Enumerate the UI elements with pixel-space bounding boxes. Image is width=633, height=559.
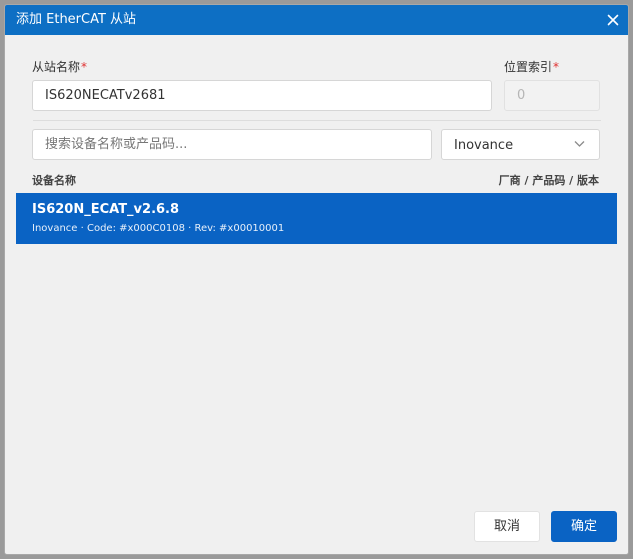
device-name: IS620N_ECAT_v2.6.8	[32, 202, 180, 217]
device-list-item[interactable]: IS620N_ECAT_v2.6.8 Inovance · Code: #x00…	[16, 193, 617, 244]
required-mark: *	[81, 60, 88, 74]
column-header-vendor-code-revision: 厂商 / 产品码 / 版本	[498, 174, 599, 187]
required-mark: *	[553, 60, 560, 74]
chevron-down-icon	[574, 140, 585, 148]
section-divider	[33, 120, 601, 121]
dialog-title: 添加 EtherCAT 从站	[16, 12, 137, 27]
add-ethercat-slave-dialog: 添加 EtherCAT 从站 从站名称* 位置索引* Inovance 设备名称…	[4, 4, 629, 555]
close-button[interactable]	[604, 11, 622, 29]
vendor-filter-value: Inovance	[454, 138, 514, 153]
device-search-input[interactable]	[32, 129, 432, 160]
vendor-filter-select[interactable]: Inovance	[441, 129, 600, 160]
slave-name-label: 从站名称*	[32, 60, 88, 74]
position-index-input[interactable]	[504, 80, 600, 111]
ok-button[interactable]: 确定	[551, 511, 617, 542]
device-list: IS620N_ECAT_v2.6.8 Inovance · Code: #x00…	[16, 193, 617, 485]
dialog-titlebar: 添加 EtherCAT 从站	[5, 5, 628, 35]
column-header-device-name: 设备名称	[32, 174, 76, 187]
position-index-label: 位置索引*	[504, 60, 560, 74]
slave-name-input[interactable]	[32, 80, 492, 111]
close-icon	[607, 14, 619, 26]
cancel-button[interactable]: 取消	[474, 511, 540, 542]
device-details: Inovance · Code: #x000C0108 · Rev: #x000…	[32, 223, 285, 234]
